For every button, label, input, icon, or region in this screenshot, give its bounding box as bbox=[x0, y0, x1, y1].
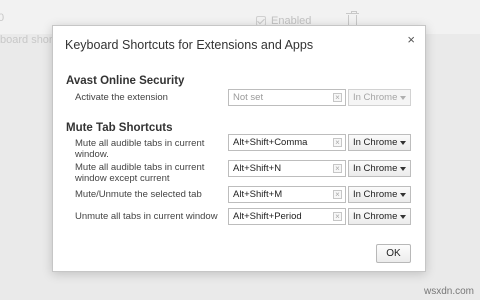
watermark: wsxdn.com bbox=[423, 286, 474, 297]
scope-select-mute-audible[interactable]: In Chrome bbox=[348, 134, 411, 151]
scope-select-value: In Chrome bbox=[353, 163, 398, 174]
shortcut-row-label: Mute all audible tabs in current window. bbox=[75, 138, 205, 160]
shortcut-input-value: Alt+Shift+N bbox=[233, 163, 282, 174]
keyboard-shortcuts-dialog: Keyboard Shortcuts for Extensions and Ap… bbox=[52, 25, 426, 272]
scope-select-value: In Chrome bbox=[353, 92, 398, 103]
clear-x-icon[interactable]: × bbox=[333, 138, 342, 147]
chevron-down-icon bbox=[400, 193, 406, 197]
shortcut-input-activate-extension[interactable]: Not set × bbox=[228, 89, 346, 106]
close-icon[interactable]: × bbox=[407, 33, 415, 47]
scope-select-value: In Chrome bbox=[353, 189, 398, 200]
dialog-title: Keyboard Shortcuts for Extensions and Ap… bbox=[65, 38, 314, 52]
shortcut-row-label: Activate the extension bbox=[75, 92, 168, 103]
scope-select-value: In Chrome bbox=[353, 137, 398, 148]
shortcut-input-mute-unmute-selected[interactable]: Alt+Shift+M × bbox=[228, 186, 346, 203]
section-title-avast: Avast Online Security bbox=[66, 75, 185, 87]
shortcut-input-mute-except-current[interactable]: Alt+Shift+N × bbox=[228, 160, 346, 177]
shortcut-input-value: Alt+Shift+Period bbox=[233, 211, 302, 222]
scope-select-value: In Chrome bbox=[353, 211, 398, 222]
scope-select-activate-extension[interactable]: In Chrome bbox=[348, 89, 411, 106]
shortcut-row-label: Mute all audible tabs in current window … bbox=[75, 162, 205, 184]
shortcut-row-label: Unmute all tabs in current window bbox=[75, 211, 218, 222]
background-text-fragment: 0 bbox=[0, 12, 5, 24]
shortcut-input-mute-audible[interactable]: Alt+Shift+Comma × bbox=[228, 134, 346, 151]
chevron-down-icon bbox=[400, 215, 406, 219]
chevron-down-icon bbox=[400, 141, 406, 145]
clear-x-icon[interactable]: × bbox=[333, 164, 342, 173]
ok-button[interactable]: OK bbox=[376, 244, 411, 263]
clear-x-icon[interactable]: × bbox=[333, 212, 342, 221]
shortcut-input-unmute-all[interactable]: Alt+Shift+Period × bbox=[228, 208, 346, 225]
shortcut-row-label: Mute/Unmute the selected tab bbox=[75, 189, 202, 200]
shortcut-input-value: Alt+Shift+M bbox=[233, 189, 283, 200]
chevron-down-icon bbox=[400, 167, 406, 171]
section-title-mute-tab: Mute Tab Shortcuts bbox=[66, 122, 173, 134]
scope-select-mute-except-current[interactable]: In Chrome bbox=[348, 160, 411, 177]
clear-x-icon[interactable]: × bbox=[333, 190, 342, 199]
shortcut-input-placeholder: Not set bbox=[233, 92, 264, 103]
scope-select-mute-unmute-selected[interactable]: In Chrome bbox=[348, 186, 411, 203]
shortcut-input-value: Alt+Shift+Comma bbox=[233, 137, 308, 148]
clear-x-icon[interactable]: × bbox=[333, 93, 342, 102]
chevron-down-icon bbox=[400, 96, 406, 100]
scope-select-unmute-all[interactable]: In Chrome bbox=[348, 208, 411, 225]
